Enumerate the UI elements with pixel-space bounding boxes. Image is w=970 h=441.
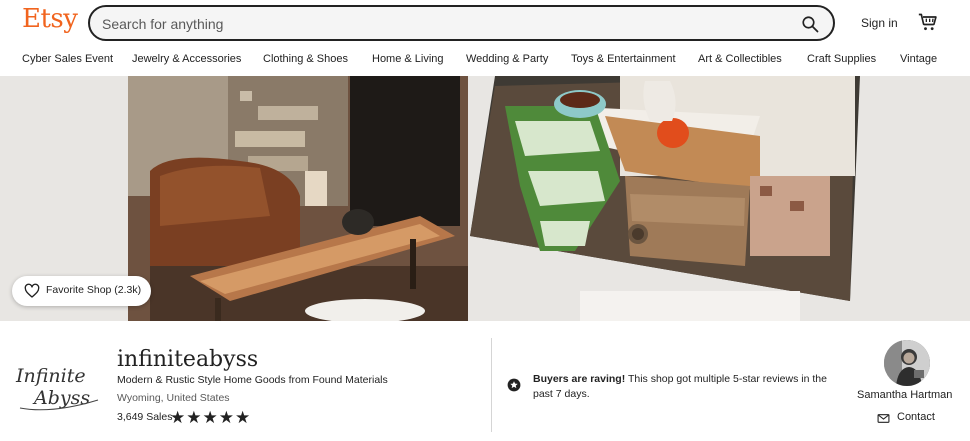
cart-icon[interactable]: [918, 12, 938, 32]
category-nav: Cyber Sales Event Jewelry & Accessories …: [0, 50, 970, 72]
search-input[interactable]: [102, 14, 782, 34]
shop-location: Wyoming, United States: [117, 392, 230, 404]
star-icon: ★: [170, 408, 187, 427]
etsy-logo[interactable]: Etsy: [22, 4, 78, 34]
buyers-raving-notice: Buyers are raving! This shop got multipl…: [533, 372, 833, 402]
header: Etsy Sign in: [0, 0, 970, 44]
nav-item-vintage[interactable]: Vintage: [900, 53, 937, 65]
heart-icon: [24, 283, 40, 298]
star-icon: ★: [218, 408, 235, 427]
star-icon: ★: [202, 408, 219, 427]
nav-item-cyber-sales-event[interactable]: Cyber Sales Event: [22, 53, 113, 65]
nav-item-jewelry-accessories[interactable]: Jewelry & Accessories: [132, 53, 241, 65]
shop-logo-text-2: Abyss: [32, 387, 90, 409]
favorite-shop-button[interactable]: Favorite Shop (2.3k): [12, 276, 151, 306]
star-icon: ★: [235, 408, 252, 427]
nav-item-clothing-shoes[interactable]: Clothing & Shoes: [263, 53, 348, 65]
owner-name: Samantha Hartman: [857, 389, 953, 401]
contact-label: Contact: [897, 411, 935, 423]
nav-item-toys-entertainment[interactable]: Toys & Entertainment: [571, 53, 676, 65]
nav-item-home-living[interactable]: Home & Living: [372, 53, 444, 65]
banner-photo-living-room: [128, 76, 468, 321]
favorite-shop-label: Favorite Shop (2.3k): [46, 284, 142, 296]
divider: [491, 338, 492, 432]
search-bar: [88, 5, 835, 41]
shop-tagline: Modern & Rustic Style Home Goods from Fo…: [117, 374, 388, 386]
nav-item-art-collectibles[interactable]: Art & Collectibles: [698, 53, 782, 65]
shop-sales-count: 3,649 Sales: [117, 411, 173, 423]
buyers-raving-title: Buyers are raving!: [533, 373, 626, 385]
shop-name: infiniteabyss: [117, 347, 259, 372]
nav-item-wedding-party[interactable]: Wedding & Party: [466, 53, 548, 65]
shop-logo: Infinite Abyss: [15, 365, 99, 411]
sign-in-link[interactable]: Sign in: [861, 16, 898, 30]
star-badge-icon: [507, 378, 521, 392]
owner-photo: [884, 340, 930, 386]
search-icon[interactable]: [801, 15, 819, 33]
star-icon: ★: [186, 408, 203, 427]
shop-rating-stars[interactable]: ★★★★★: [170, 408, 252, 427]
nav-item-craft-supplies[interactable]: Craft Supplies: [807, 53, 876, 65]
mail-icon: [877, 414, 890, 423]
shop-logo-text-1: Infinite: [15, 365, 86, 387]
owner-avatar[interactable]: [884, 340, 930, 386]
